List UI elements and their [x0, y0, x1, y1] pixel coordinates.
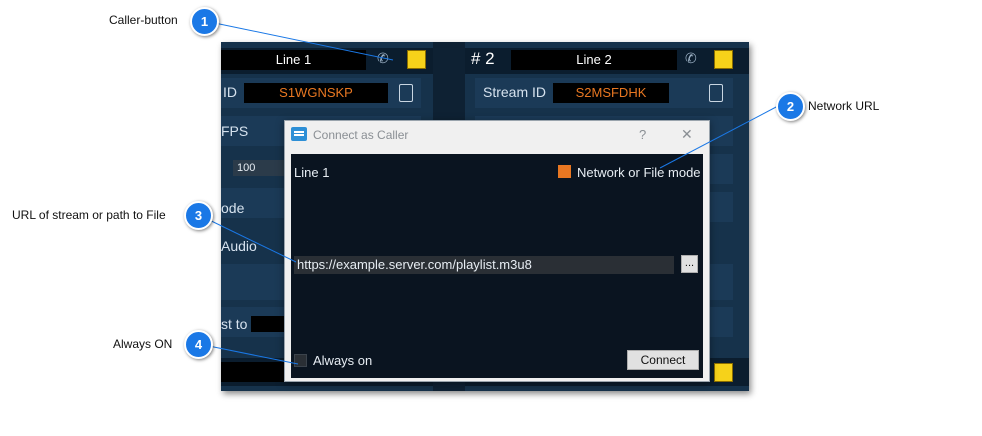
callout-badge-2: 2 — [776, 92, 805, 121]
callout-badge-4: 4 — [184, 330, 213, 359]
callout-label-2: Network URL — [808, 99, 880, 113]
leader-line-1 — [204, 20, 394, 61]
callout-badge-1: 1 — [190, 7, 219, 36]
leader-line-2 — [659, 105, 779, 169]
callout-label-1: Caller-button — [109, 13, 178, 27]
callout-badge-3: 3 — [184, 201, 213, 230]
leader-line-4 — [198, 343, 299, 365]
callout-label-4: Always ON — [113, 337, 173, 351]
callout-label-3: URL of stream or path to File — [12, 208, 166, 222]
leader-line-3 — [198, 214, 297, 263]
